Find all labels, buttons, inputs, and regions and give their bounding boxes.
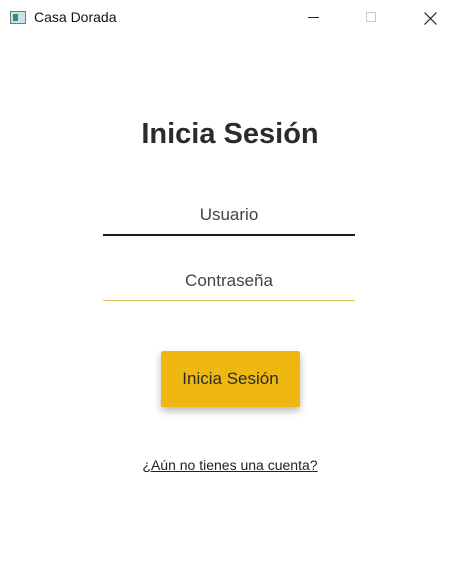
title-bar: Casa Dorada [0, 0, 460, 36]
signup-link[interactable]: ¿Aún no tienes una cuenta? [0, 457, 460, 473]
maximize-button[interactable] [349, 0, 395, 36]
app-window-icon [10, 11, 26, 24]
app-icon-detail [13, 14, 18, 21]
password-field[interactable] [103, 261, 355, 301]
page-title: Inicia Sesión [141, 118, 319, 150]
login-button[interactable]: Inicia Sesión [161, 351, 300, 407]
close-icon [424, 12, 437, 25]
minimize-button[interactable] [290, 0, 336, 36]
login-window: Casa Dorada Inicia Sesión Inicia Sesión … [0, 0, 460, 587]
username-field[interactable] [103, 196, 355, 236]
window-title: Casa Dorada [34, 9, 117, 25]
maximize-icon [366, 12, 376, 22]
close-button[interactable] [408, 0, 454, 36]
minimize-icon [308, 17, 319, 18]
